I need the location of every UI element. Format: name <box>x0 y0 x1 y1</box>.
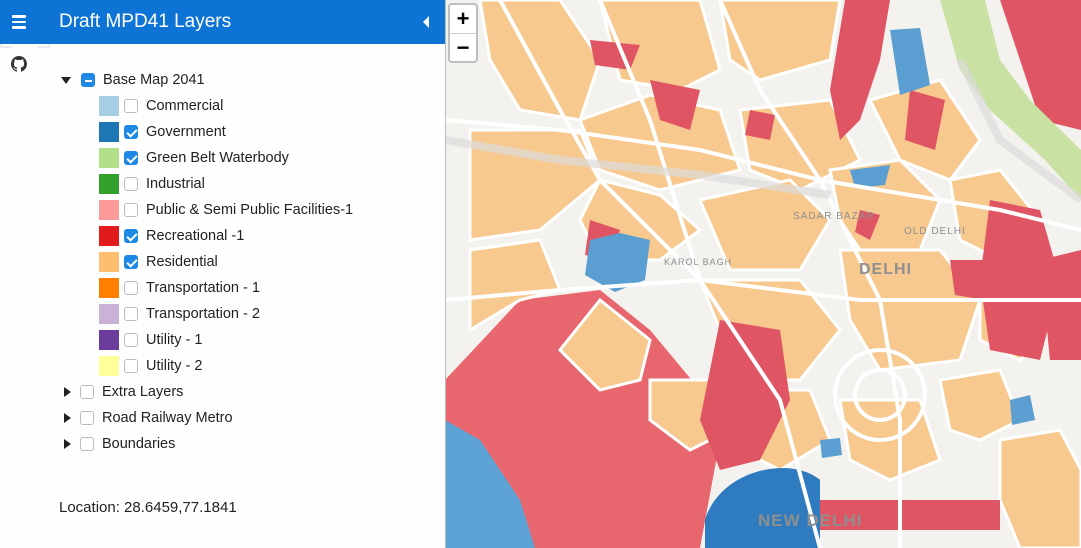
layer-color-swatch <box>99 200 119 220</box>
base-map-checkbox[interactable] <box>81 73 95 87</box>
layer-checkbox[interactable] <box>124 177 138 191</box>
layer-group-checkbox[interactable] <box>80 437 94 451</box>
layer-item: Industrial <box>99 173 205 195</box>
layer-item: Utility - 2 <box>99 355 202 377</box>
caret-right-icon[interactable] <box>64 439 71 449</box>
layer-checkbox[interactable] <box>124 99 138 113</box>
layer-checkbox[interactable] <box>124 333 138 347</box>
layer-group-row: Extra Layers <box>64 381 183 403</box>
map-label-new-delhi: NEW DELHI <box>758 511 863 530</box>
layer-item: Commercial <box>99 95 223 117</box>
layer-item: Public & Semi Public Facilities-1 <box>99 199 353 221</box>
caret-right-icon[interactable] <box>64 387 71 397</box>
layer-item: Government <box>99 121 226 143</box>
layer-color-swatch <box>99 148 119 168</box>
layer-label: Green Belt Waterbody <box>146 150 289 166</box>
layer-color-swatch <box>99 226 119 246</box>
layer-color-swatch <box>99 330 119 350</box>
hamburger-icon[interactable] <box>12 15 28 29</box>
layer-item: Transportation - 1 <box>99 277 260 299</box>
layer-checkbox[interactable] <box>124 281 138 295</box>
zoom-out-button[interactable]: − <box>450 34 476 62</box>
layer-checkbox[interactable] <box>124 229 138 243</box>
layer-group-checkbox[interactable] <box>80 411 94 425</box>
layer-color-swatch <box>99 356 119 376</box>
layer-color-swatch <box>99 96 119 116</box>
layer-checkbox[interactable] <box>124 151 138 165</box>
layer-item: Green Belt Waterbody <box>99 147 289 169</box>
sidebar-header: Draft MPD41 Layers <box>0 0 445 44</box>
layer-checkbox[interactable] <box>124 125 138 139</box>
layer-label: Government <box>146 124 226 140</box>
layer-group-checkbox[interactable] <box>80 385 94 399</box>
layer-color-swatch <box>99 304 119 324</box>
sidebar-title: Draft MPD41 Layers <box>59 11 232 32</box>
layer-item: Utility - 1 <box>99 329 202 351</box>
github-icon[interactable] <box>11 56 27 72</box>
layer-label: Utility - 2 <box>146 358 203 374</box>
layer-item: Transportation - 2 <box>99 303 260 325</box>
map-label-delhi: DELHI <box>859 261 912 278</box>
layer-group-label: Boundaries <box>102 436 176 452</box>
layer-label: Residential <box>146 254 218 270</box>
base-map-label: Base Map 2041 <box>103 72 205 88</box>
layer-color-swatch <box>99 174 119 194</box>
zoom-in-button[interactable]: + <box>450 5 476 34</box>
layer-label: Recreational -1 <box>146 228 245 244</box>
layer-checkbox[interactable] <box>124 255 138 269</box>
layer-checkbox[interactable] <box>124 359 138 373</box>
layer-label: Transportation - 2 <box>146 306 260 322</box>
map-label-sadar-bazar: SADAR BAZAR <box>793 211 875 222</box>
location-readout: Location: 28.6459,77.1841 <box>59 499 237 516</box>
layer-label: Industrial <box>146 176 205 192</box>
layer-color-swatch <box>99 252 119 272</box>
layer-checkbox[interactable] <box>124 307 138 321</box>
layer-label: Utility - 1 <box>146 332 203 348</box>
layers-sidebar: Draft MPD41 Layers Base Map 2041 Commerc… <box>0 0 446 548</box>
zoom-control: + − <box>448 3 478 63</box>
layer-item: Residential <box>99 251 218 273</box>
map-label-old-delhi: OLD DELHI <box>904 226 966 237</box>
layer-group-label: Road Railway Metro <box>102 410 233 426</box>
layer-label: Public & Semi Public Facilities-1 <box>146 202 354 218</box>
layer-group-row: Boundaries <box>64 433 175 455</box>
caret-right-icon[interactable] <box>64 413 71 423</box>
map-label-karol-bagh: KAROL BAGH <box>664 257 733 267</box>
layer-label: Transportation - 1 <box>146 280 260 296</box>
layer-checkbox[interactable] <box>124 203 138 217</box>
layer-group-row: Road Railway Metro <box>64 407 233 429</box>
layer-label: Commercial <box>146 98 224 114</box>
layer-color-swatch <box>99 122 119 142</box>
triangle-left-icon[interactable] <box>423 16 429 28</box>
layer-color-swatch <box>99 278 119 298</box>
caret-down-icon[interactable] <box>61 76 71 84</box>
base-map-row: Base Map 2041 <box>61 69 205 91</box>
layer-group-label: Extra Layers <box>102 384 184 400</box>
layer-item: Recreational -1 <box>99 225 244 247</box>
